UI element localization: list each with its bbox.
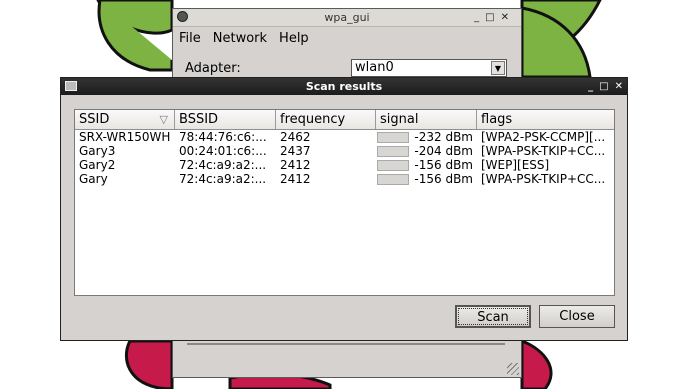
- scan-results-dialog: Scan results _ □ ✕ SSID ▽ BSSID frequenc…: [60, 77, 628, 341]
- maximize-icon[interactable]: □: [485, 12, 500, 23]
- bssid-cell: 72:4c:a9:a2:...: [179, 172, 267, 186]
- signal-cell: -156 dBm: [376, 158, 477, 172]
- adapter-label: Adapter:: [185, 61, 241, 76]
- table-row[interactable]: Gary3 00:24:01:c6:... 2437 -204 dBm [WPA…: [75, 144, 614, 158]
- ssid-cell: Gary3: [79, 144, 116, 158]
- bssid-cell: 00:24:01:c6:...: [179, 144, 267, 158]
- frequency-cell: 2412: [280, 172, 311, 186]
- flags-cell: [WPA2-PSK-CCMP][...: [481, 130, 606, 144]
- scan-button[interactable]: Scan: [455, 305, 531, 328]
- menu-help[interactable]: Help: [279, 31, 309, 46]
- signal-bar: [377, 173, 409, 185]
- bssid-cell: 72:4c:a9:a2:...: [179, 158, 267, 172]
- flags-cell: [WPA-PSK-TKIP+CC...: [481, 144, 606, 158]
- app-icon: [177, 11, 188, 22]
- flags-cell: [WEP][ESS]: [481, 158, 550, 172]
- menu-network[interactable]: Network: [213, 31, 267, 46]
- window-controls: _□✕: [474, 9, 515, 26]
- table-row[interactable]: SRX-WR150WH 78:44:76:c6:... 2462 -232 dB…: [75, 130, 614, 144]
- wpa-gui-title: wpa_gui: [324, 11, 370, 24]
- table-row[interactable]: Gary 72:4c:a9:a2:... 2412 -156 dBm [WPA-…: [75, 172, 614, 186]
- frequency-cell: 2412: [280, 158, 311, 172]
- minimize-icon[interactable]: _: [588, 78, 593, 95]
- menu-file[interactable]: File: [179, 31, 201, 46]
- close-icon[interactable]: ✕: [615, 78, 623, 95]
- menubar: File Network Help: [173, 27, 521, 49]
- chevron-down-icon[interactable]: ▼: [491, 61, 505, 75]
- resize-grip-icon[interactable]: [507, 363, 519, 375]
- scan-results-table[interactable]: SSID ▽ BSSID frequency signal flags SRX-…: [74, 109, 615, 296]
- adapter-value: wlan0: [355, 60, 394, 75]
- close-button[interactable]: Close: [539, 305, 615, 328]
- scan-results-title: Scan results: [305, 80, 383, 93]
- wpa-gui-titlebar[interactable]: wpa_gui _□✕: [173, 9, 521, 27]
- signal-cell: -204 dBm: [376, 144, 477, 158]
- sort-down-icon: ▽: [159, 113, 168, 126]
- window-controls: _ □ ✕: [588, 78, 623, 95]
- minimize-icon[interactable]: _: [474, 12, 485, 23]
- signal-cell: -232 dBm: [376, 130, 477, 144]
- table-header: SSID ▽ BSSID frequency signal flags: [75, 110, 614, 130]
- column-header-ssid[interactable]: SSID ▽: [75, 110, 175, 129]
- column-header-bssid[interactable]: BSSID: [175, 110, 276, 129]
- table-row[interactable]: Gary2 72:4c:a9:a2:... 2412 -156 dBm [WEP…: [75, 158, 614, 172]
- scan-results-titlebar[interactable]: Scan results _ □ ✕: [61, 78, 627, 95]
- ssid-cell: SRX-WR150WH: [79, 130, 171, 144]
- ssid-cell: Gary: [79, 172, 108, 186]
- signal-bar: [377, 145, 409, 157]
- flags-cell: [WPA-PSK-TKIP+CC...: [481, 172, 606, 186]
- bssid-cell: 78:44:76:c6:...: [179, 130, 267, 144]
- column-header-signal[interactable]: signal: [376, 110, 477, 129]
- divider: [187, 343, 505, 345]
- column-header-flags[interactable]: flags: [477, 110, 614, 129]
- signal-bar: [377, 131, 409, 143]
- column-header-frequency[interactable]: frequency: [276, 110, 376, 129]
- frequency-cell: 2462: [280, 130, 311, 144]
- signal-bar: [377, 159, 409, 171]
- ssid-cell: Gary2: [79, 158, 116, 172]
- close-icon[interactable]: ✕: [501, 12, 515, 23]
- adapter-select[interactable]: wlan0 ▼: [351, 59, 507, 77]
- window-menu-icon[interactable]: [65, 81, 77, 91]
- signal-cell: -156 dBm: [376, 172, 477, 186]
- frequency-cell: 2437: [280, 144, 311, 158]
- maximize-icon[interactable]: □: [599, 78, 608, 95]
